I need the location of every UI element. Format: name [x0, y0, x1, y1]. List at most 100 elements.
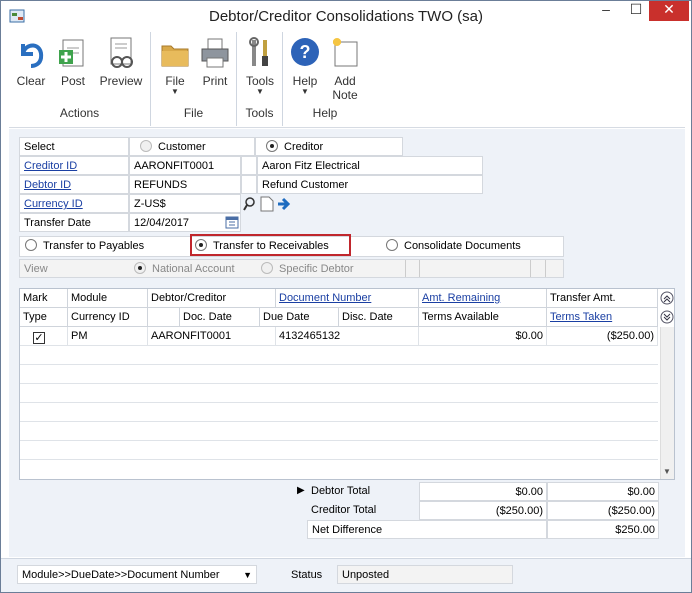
tools-button[interactable]: Tools ▼ — [241, 36, 279, 106]
post-icon — [59, 39, 84, 67]
currency-id-label[interactable]: Currency ID — [19, 194, 129, 213]
grid-scrollbar[interactable]: ▼ — [660, 327, 674, 479]
help-group-title: Help — [312, 106, 338, 120]
ribbon-group-help: ? Help ▼ Add Note Help — [283, 32, 367, 126]
transfer-to-receivables-radio[interactable]: Transfer to Receivables — [195, 239, 329, 252]
creditor-id-label[interactable]: Creditor ID — [19, 156, 129, 175]
form-body: Select Customer Creditor Creditor ID AAR… — [9, 129, 685, 557]
empty-row[interactable] — [20, 384, 658, 403]
preview-label: Preview — [99, 74, 143, 88]
creditor-name: Aaron Fitz Electrical — [257, 156, 483, 175]
col-disc-date: Disc. Date — [339, 308, 419, 327]
tools-icon — [249, 37, 268, 66]
post-button[interactable]: Post — [55, 36, 91, 106]
mark-checkbox[interactable]: ✓ — [33, 332, 45, 344]
creditor-lookup-icon[interactable] — [241, 156, 257, 175]
sort-dropdown[interactable]: Module>>DueDate>>Document Number ▼ — [17, 565, 257, 584]
col-doc-date: Doc. Date — [180, 308, 260, 327]
empty-row[interactable] — [20, 422, 658, 441]
ribbon: Clear Post Preview Actions File ▼ Print … — [9, 32, 685, 128]
national-account-radio-icon — [134, 262, 146, 274]
national-account-label: National Account — [152, 263, 235, 275]
documents-grid: Mark Module Debtor/Creditor Document Num… — [19, 288, 675, 480]
consolidate-documents-label: Consolidate Documents — [404, 240, 521, 252]
tools-dropdown-arrow-icon: ▼ — [256, 87, 264, 96]
customer-radio[interactable]: Customer — [129, 137, 255, 156]
creditor-total-label: Creditor Total — [311, 504, 377, 516]
print-label: Print — [202, 74, 228, 88]
select-label: Select — [19, 137, 129, 156]
row-mark-cell[interactable]: ✓ — [20, 327, 68, 346]
currency-id-field[interactable]: Z-US$ — [129, 194, 241, 213]
col-document-number[interactable]: Document Number — [276, 289, 419, 308]
clear-button[interactable]: Clear — [13, 36, 49, 106]
post-label: Post — [60, 74, 85, 88]
debtor-id-label[interactable]: Debtor ID — [19, 175, 129, 194]
empty-row[interactable] — [20, 460, 658, 479]
ribbon-group-file: File ▼ Print File — [151, 32, 237, 126]
ribbon-group-actions: Clear Post Preview Actions — [9, 32, 151, 126]
customer-radio-icon — [140, 140, 152, 152]
view-divider — [405, 260, 419, 277]
row-amt-remaining-cell[interactable]: $0.00 — [419, 327, 547, 346]
add-note-icon — [333, 38, 358, 67]
transfer-to-payables-radio[interactable]: Transfer to Payables — [25, 239, 144, 252]
empty-row[interactable] — [20, 346, 658, 365]
transfer-to-receivables-radio-icon — [195, 239, 207, 251]
tools-label: Tools — [245, 74, 274, 88]
tools-group-title: Tools — [245, 106, 274, 120]
maximize-button[interactable]: ☐ — [621, 1, 651, 23]
consolidate-documents-radio[interactable]: Consolidate Documents — [386, 239, 521, 252]
empty-row[interactable] — [20, 365, 658, 384]
calendar-icon[interactable] — [225, 215, 239, 229]
row-document-number-cell[interactable]: 4132465132 — [276, 327, 419, 346]
add-note-button[interactable]: Add Note — [327, 36, 363, 106]
col-module: Module — [68, 289, 148, 308]
row-debtor-creditor-cell[interactable]: AARONFIT0001 — [148, 327, 276, 346]
help-button[interactable]: ? Help ▼ — [287, 36, 323, 106]
search-icon[interactable] — [243, 196, 259, 212]
specific-debtor-label: Specific Debtor — [279, 263, 354, 275]
actions-group-title: Actions — [59, 106, 100, 120]
view-label: View — [24, 263, 48, 275]
folder-icon — [161, 45, 189, 67]
window: Debtor/Creditor Consolidations TWO (sa) … — [0, 0, 692, 593]
collapse-rows-icon[interactable] — [660, 290, 674, 306]
specific-debtor-radio: Specific Debtor — [261, 262, 354, 275]
creditor-radio[interactable]: Creditor — [255, 137, 403, 156]
debtor-name: Refund Customer — [257, 175, 483, 194]
empty-row[interactable] — [20, 403, 658, 422]
file-group-title: File — [183, 106, 204, 120]
preview-button[interactable]: Preview — [97, 36, 145, 106]
debtor-id-field[interactable]: REFUNDS — [129, 175, 241, 194]
print-button[interactable]: Print — [197, 36, 233, 106]
debtor-total-expand-icon[interactable]: ▶ — [297, 485, 305, 496]
transfer-to-receivables-label: Transfer to Receivables — [213, 240, 329, 252]
minimize-button[interactable]: – — [591, 1, 621, 23]
close-button[interactable]: ✕ — [649, 1, 689, 21]
expand-rows-icon[interactable] — [660, 309, 674, 325]
row-transfer-amt-cell[interactable]: ($250.00) — [547, 327, 658, 346]
help-dropdown-arrow-icon: ▼ — [301, 87, 309, 96]
row-module-cell[interactable]: PM — [68, 327, 148, 346]
file-button[interactable]: File ▼ — [157, 36, 193, 106]
status-value: Unposted — [337, 565, 513, 584]
undo-arrow-icon — [21, 43, 44, 68]
customer-radio-label: Customer — [158, 141, 206, 153]
col-blank — [148, 308, 180, 327]
col-terms-taken[interactable]: Terms Taken — [547, 308, 658, 327]
debtor-total-label: Debtor Total — [311, 485, 371, 497]
debtor-lookup-icon[interactable] — [241, 175, 257, 194]
debtor-total-1: $0.00 — [419, 482, 547, 501]
empty-row[interactable] — [20, 441, 658, 460]
creditor-id-field[interactable]: AARONFIT0001 — [129, 156, 241, 175]
transfer-to-payables-label: Transfer to Payables — [43, 240, 145, 252]
new-document-icon[interactable] — [260, 196, 274, 212]
scroll-down-arrow-icon[interactable]: ▼ — [663, 467, 671, 476]
preview-icon — [110, 37, 133, 68]
file-label: File — [165, 74, 185, 88]
net-difference-value: $250.00 — [547, 520, 659, 539]
go-arrow-icon[interactable] — [276, 196, 292, 212]
col-amt-remaining[interactable]: Amt. Remaining — [419, 289, 547, 308]
col-mark: Mark — [20, 289, 68, 308]
